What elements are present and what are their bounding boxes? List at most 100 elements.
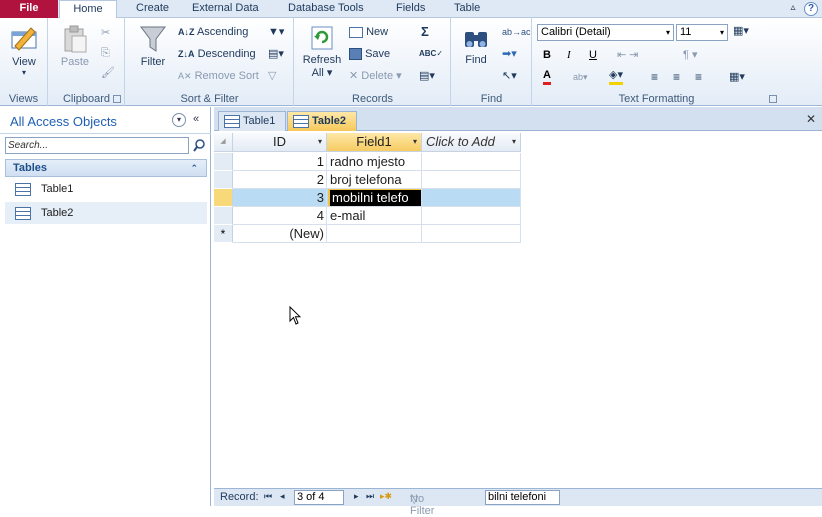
new-row-marker[interactable]: * bbox=[214, 225, 233, 243]
selection-filter-icon[interactable]: ▼▾ bbox=[268, 23, 284, 41]
toggle-filter-icon[interactable]: ▽ bbox=[268, 67, 276, 85]
nav-menu-icon[interactable]: ▾ bbox=[172, 113, 186, 127]
nav-section-tables[interactable]: Tables ⌃ bbox=[5, 159, 207, 177]
align-center-icon[interactable]: ≡ bbox=[673, 68, 680, 86]
refresh-all-button[interactable]: Refresh All ▾ bbox=[301, 24, 343, 79]
prev-record-icon[interactable]: ◂ bbox=[280, 491, 285, 502]
help-icon[interactable]: ? bbox=[804, 2, 818, 16]
paragraph-icon[interactable]: ¶ ▾ bbox=[683, 46, 698, 64]
align-right-icon[interactable]: ≡ bbox=[695, 68, 702, 86]
collapse-icon[interactable]: ⌃ bbox=[190, 160, 198, 176]
tab-home[interactable]: Home bbox=[59, 0, 117, 19]
dropdown-arrow-icon[interactable]: ▾ bbox=[512, 133, 516, 151]
filter-button[interactable]: Filter bbox=[134, 24, 172, 68]
tab-table[interactable]: Table bbox=[446, 0, 488, 18]
edit-text[interactable]: mobilni telefo bbox=[328, 189, 421, 206]
select-icon[interactable]: ↖▾ bbox=[502, 67, 517, 85]
fill-color-icon[interactable]: ◈▾ bbox=[609, 68, 623, 85]
record-search-input[interactable]: bilni telefoni bbox=[485, 490, 560, 505]
indent-icon[interactable]: ⇤ ⇥ bbox=[617, 46, 639, 64]
column-header-label: Field1 bbox=[356, 134, 392, 149]
cell-field1[interactable]: e-mail bbox=[327, 207, 422, 225]
cell-id[interactable]: 4 bbox=[233, 207, 327, 225]
ascending-button[interactable]: A↓Z Ascending bbox=[178, 23, 248, 41]
cell-empty[interactable] bbox=[422, 171, 521, 189]
nav-item-table1[interactable]: Table1 bbox=[5, 178, 207, 200]
text-formatting-launcher-icon[interactable] bbox=[769, 95, 777, 103]
minimize-ribbon-icon[interactable]: ▵ bbox=[786, 2, 800, 16]
cell-id[interactable]: 2 bbox=[233, 171, 327, 189]
search-icon[interactable] bbox=[192, 137, 206, 154]
column-header-click-to-add[interactable]: Click to Add ▾ bbox=[422, 133, 521, 152]
row-selector-current[interactable] bbox=[214, 189, 233, 207]
highlight-icon[interactable]: ab▾ bbox=[573, 68, 588, 86]
font-size-select[interactable]: 11 ▾ bbox=[676, 24, 728, 41]
refresh-all-label: All bbox=[311, 67, 324, 79]
current-record-input[interactable]: 3 of 4 bbox=[294, 490, 344, 505]
cell-field1[interactable]: broj telefona bbox=[327, 171, 422, 189]
italic-button[interactable]: I bbox=[567, 46, 571, 64]
view-button[interactable]: View ▾ bbox=[6, 22, 42, 77]
dropdown-arrow-icon[interactable]: ▾ bbox=[318, 133, 322, 151]
save-record-button[interactable]: Save bbox=[349, 45, 390, 63]
view-icon bbox=[11, 27, 37, 51]
tab-create[interactable]: Create bbox=[128, 0, 177, 18]
cut-icon[interactable]: ✂ bbox=[101, 24, 110, 42]
tab-file[interactable]: File bbox=[0, 0, 58, 18]
cell-field1[interactable]: radno mjesto bbox=[327, 153, 422, 171]
align-left-icon[interactable]: ≡ bbox=[651, 68, 658, 86]
descending-button[interactable]: Z↓A Descending bbox=[178, 45, 256, 63]
cell-empty[interactable] bbox=[422, 207, 521, 225]
tab-fields[interactable]: Fields bbox=[388, 0, 433, 18]
gridlines-icon[interactable]: ▦▾ bbox=[729, 68, 745, 86]
next-record-icon[interactable]: ▸ bbox=[354, 491, 359, 502]
more-records-icon[interactable]: ▤▾ bbox=[419, 67, 435, 85]
paste-button[interactable]: Paste bbox=[57, 24, 93, 68]
new-blank-record-icon[interactable]: ▸✱ bbox=[380, 491, 392, 502]
cell-empty[interactable] bbox=[327, 225, 422, 243]
totals-icon[interactable]: Σ bbox=[421, 23, 429, 41]
nav-item-table2[interactable]: Table2 bbox=[5, 202, 207, 224]
column-header-field1[interactable]: Field1 ▾ bbox=[327, 133, 422, 152]
nav-search-input[interactable]: Search... bbox=[5, 137, 189, 154]
cell-id[interactable]: 3 bbox=[233, 189, 327, 207]
cell-field1-editing[interactable]: mobilni telefo bbox=[327, 189, 422, 207]
font-color-icon[interactable]: A bbox=[543, 68, 551, 85]
column-header-id[interactable]: ID ▾ bbox=[233, 133, 327, 152]
dropdown-arrow-icon[interactable]: ▾ bbox=[413, 133, 417, 151]
section-label: Tables bbox=[13, 162, 48, 174]
find-button[interactable]: Find bbox=[458, 24, 494, 66]
clipboard-launcher-icon[interactable] bbox=[113, 95, 121, 103]
doc-tab-table1[interactable]: Table1 bbox=[218, 111, 286, 131]
cell-empty[interactable] bbox=[422, 189, 521, 207]
row-selector[interactable] bbox=[214, 171, 233, 189]
cell-id[interactable]: 1 bbox=[233, 153, 327, 171]
advanced-filter-icon[interactable]: ▤▾ bbox=[268, 45, 284, 63]
tab-database-tools[interactable]: Database Tools bbox=[280, 0, 372, 18]
bold-button[interactable]: B bbox=[543, 46, 551, 64]
format-painter-icon[interactable]: 🖌 bbox=[101, 64, 115, 82]
remove-sort-button[interactable]: A✕ Remove Sort bbox=[178, 67, 259, 85]
list-format-icon[interactable]: ▦▾ bbox=[733, 22, 749, 40]
shutter-bar-icon[interactable]: « bbox=[193, 113, 199, 125]
copy-icon[interactable]: ⎘ bbox=[101, 44, 110, 62]
nav-pane-title[interactable]: All Access Objects bbox=[10, 114, 117, 129]
first-record-icon[interactable]: ⏮ bbox=[264, 491, 272, 502]
cell-new-id[interactable]: (New) bbox=[233, 225, 327, 243]
cell-empty[interactable] bbox=[422, 225, 521, 243]
replace-icon[interactable]: ab→ac bbox=[502, 23, 531, 41]
select-all-corner[interactable]: ◢ bbox=[214, 133, 233, 152]
spelling-icon[interactable]: ABC✓ bbox=[419, 45, 443, 63]
font-name-select[interactable]: Calibri (Detail) ▾ bbox=[537, 24, 674, 41]
doc-tab-table2[interactable]: Table2 bbox=[287, 111, 357, 131]
underline-button[interactable]: U bbox=[589, 46, 597, 64]
delete-record-button[interactable]: ✕ Delete ▾ bbox=[349, 67, 402, 85]
new-record-button[interactable]: New bbox=[349, 23, 388, 41]
tab-external-data[interactable]: External Data bbox=[184, 0, 267, 18]
row-selector[interactable] bbox=[214, 153, 233, 171]
cell-empty[interactable] bbox=[422, 153, 521, 171]
goto-icon[interactable]: ➡▾ bbox=[502, 45, 517, 63]
close-document-icon[interactable]: ✕ bbox=[806, 112, 816, 126]
row-selector[interactable] bbox=[214, 207, 233, 225]
last-record-icon[interactable]: ⏭ bbox=[366, 491, 374, 502]
